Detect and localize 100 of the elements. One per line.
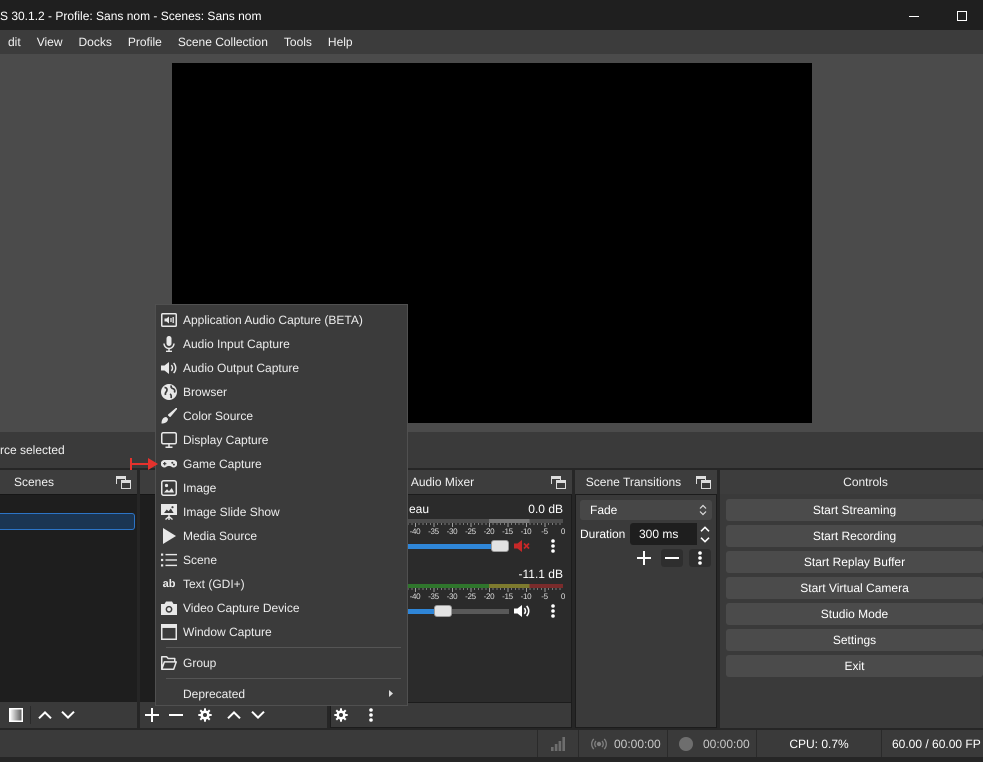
chevron-up-icon[interactable]: [227, 711, 241, 719]
scale-label: -25: [465, 592, 476, 601]
float-dock-icon[interactable]: [116, 476, 131, 488]
stream-time: 00:00:00: [614, 736, 661, 750]
scale-label: -10: [520, 527, 532, 536]
plus-icon[interactable]: [637, 551, 651, 565]
gear-icon[interactable]: [334, 708, 348, 722]
duration-label: Duration: [580, 527, 626, 541]
scale-label: -5: [541, 592, 548, 601]
scale-label: -15: [502, 527, 513, 536]
context-menu-item[interactable]: Image Slide Show: [156, 500, 407, 524]
chevron-up-icon[interactable]: [700, 526, 710, 532]
scale-label: -5: [541, 527, 548, 536]
vertical-dots-icon[interactable]: [369, 708, 373, 722]
slider-handle[interactable]: [491, 540, 509, 552]
dock-title: Controls: [842, 475, 889, 489]
globe-icon: [161, 384, 177, 400]
context-menu-item[interactable]: Audio Output Capture: [156, 356, 407, 380]
broadcast-icon: [591, 738, 607, 750]
transition-options-button[interactable]: [689, 549, 711, 567]
scale-label: 0: [560, 592, 566, 601]
chevron-up-icon[interactable]: [38, 711, 52, 719]
context-menu-item[interactable]: Group: [156, 651, 407, 675]
scale-label: -20: [484, 527, 494, 536]
context-menu-item[interactable]: ab Text (GDI+): [156, 572, 407, 596]
gradient-square-icon[interactable]: [9, 708, 23, 722]
context-menu-item[interactable]: Window Capture: [156, 620, 407, 644]
camera-icon: [161, 601, 177, 615]
speaker-muted-icon[interactable]: [514, 539, 530, 553]
scale-label: -40: [410, 527, 420, 536]
speaker-icon[interactable]: [514, 604, 530, 618]
channel-name: eau: [409, 502, 430, 516]
menubar-item[interactable]: Tools: [276, 30, 320, 54]
cpu-usage: CPU: 0.7%: [789, 736, 849, 750]
window-title: S 30.1.2 - Profile: Sans nom - Scenes: Sans nom: [0, 9, 262, 23]
control-button[interactable]: Start Streaming: [726, 499, 983, 521]
volume-reading: 0.0 dB: [528, 502, 563, 516]
control-button[interactable]: Settings: [726, 629, 983, 651]
context-menu-item[interactable]: Video Capture Device: [156, 596, 407, 620]
slider-handle[interactable]: [434, 605, 452, 617]
menubar-item[interactable]: Scene Collection: [170, 30, 276, 54]
signal-bars-icon: [551, 736, 565, 750]
window-icon: [161, 624, 177, 640]
image-icon: [161, 480, 177, 496]
monitor-icon: [161, 432, 177, 448]
microphone-icon: [163, 336, 175, 352]
duration-field[interactable]: 300 ms: [630, 523, 697, 545]
maximize-icon[interactable]: [957, 11, 967, 21]
context-menu-item[interactable]: Color Source: [156, 404, 407, 428]
record-dot-icon: [679, 736, 693, 750]
menubar-item[interactable]: Help: [320, 30, 361, 54]
transition-dropdown[interactable]: Fade: [580, 500, 712, 520]
folder-icon: [161, 656, 177, 670]
updown-chevron-icon[interactable]: [699, 504, 707, 516]
context-menu-item[interactable]: Image: [156, 476, 407, 500]
speaker-icon: [161, 361, 177, 375]
float-dock-icon[interactable]: [551, 476, 566, 488]
projector-screen-icon: [161, 504, 177, 520]
context-menu-item[interactable]: Browser: [156, 380, 407, 404]
scale-label: -30: [446, 592, 458, 601]
context-menu-item[interactable]: Audio Input Capture: [156, 332, 407, 356]
brush-icon: [161, 408, 177, 424]
context-menu-item[interactable]: Scene: [156, 548, 407, 572]
menubar-item[interactable]: Profile: [120, 30, 170, 54]
scale-label: -10: [520, 592, 532, 601]
play-icon: [162, 528, 176, 544]
control-button[interactable]: Start Virtual Camera: [726, 577, 983, 599]
menubar-item[interactable]: dit: [0, 30, 29, 54]
scale-label: -40: [410, 592, 420, 601]
vertical-dots-icon[interactable]: [551, 604, 555, 618]
chevron-down-icon[interactable]: [251, 711, 265, 719]
volume-reading: -11.1 dB: [518, 567, 563, 581]
chevron-down-icon[interactable]: [700, 536, 710, 542]
record-time: 00:00:00: [703, 736, 750, 750]
context-menu-item[interactable]: Media Source: [156, 524, 407, 548]
context-menu-item[interactable]: Game Capture: [156, 452, 407, 476]
control-button[interactable]: Start Recording: [726, 525, 983, 547]
vertical-dots-icon[interactable]: [551, 539, 555, 553]
gamepad-icon: [161, 460, 177, 468]
dock-title: Audio Mixer: [410, 475, 476, 489]
float-dock-icon[interactable]: [696, 476, 711, 488]
plus-icon[interactable]: [145, 708, 159, 722]
scale-label: 0: [560, 527, 566, 536]
control-button[interactable]: Start Replay Buffer: [726, 551, 983, 573]
remove-transition-button[interactable]: [661, 549, 683, 567]
selection-status-text: rce selected: [0, 443, 65, 457]
scale-label: -35: [428, 527, 439, 536]
context-menu-item[interactable]: Display Capture: [156, 428, 407, 452]
control-button[interactable]: Studio Mode: [726, 603, 983, 625]
context-menu-item[interactable]: Application Audio Capture (BETA): [156, 308, 407, 332]
scale-label: -35: [428, 592, 439, 601]
scale-label: -25: [465, 527, 476, 536]
menubar-item[interactable]: View: [28, 30, 70, 54]
scene-list-item[interactable]: [0, 513, 135, 530]
ab-icon: ab: [162, 578, 176, 590]
menubar-item[interactable]: Docks: [70, 30, 120, 54]
context-menu-item[interactable]: Deprecated: [156, 682, 407, 705]
control-button[interactable]: Exit: [726, 655, 983, 677]
gear-icon[interactable]: [198, 708, 212, 722]
chevron-down-icon[interactable]: [61, 711, 75, 719]
